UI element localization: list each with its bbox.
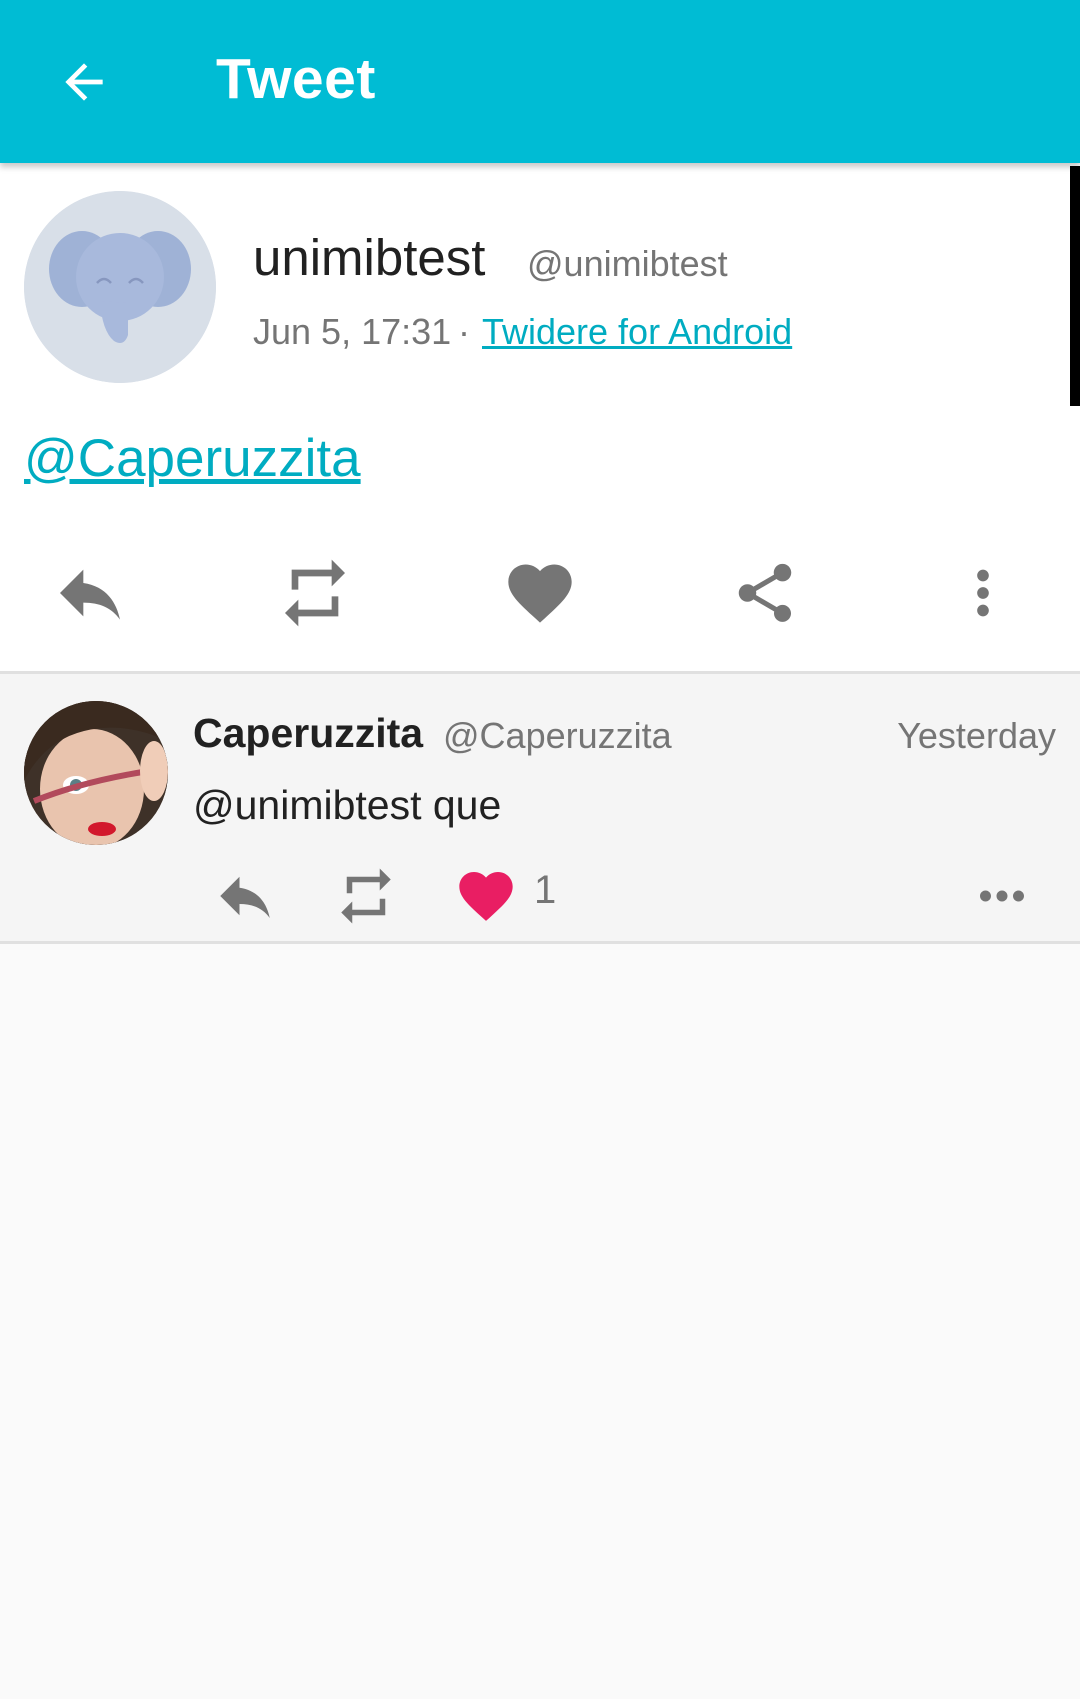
tweet-text-mention-link[interactable]: @Caperuzzita xyxy=(24,428,361,489)
list-item[interactable]: Caperuzzita @Caperuzzita Yesterday @unim… xyxy=(0,674,1080,944)
retweet-icon xyxy=(285,559,345,627)
like-button[interactable] xyxy=(446,856,526,936)
author-name[interactable]: unimibtest xyxy=(253,228,485,287)
meta-separator: · xyxy=(458,311,470,352)
share-icon xyxy=(738,563,792,622)
avatar[interactable] xyxy=(24,191,216,383)
retweet-icon xyxy=(341,868,391,924)
like-count: 1 xyxy=(534,868,557,912)
back-button[interactable] xyxy=(46,44,122,120)
like-icon xyxy=(508,564,572,623)
main-tweet: unimibtest @unimibtest Jun 5, 17:31 · Tw… xyxy=(0,163,1080,674)
reply-text: @unimibtest que xyxy=(193,782,502,828)
share-button[interactable] xyxy=(717,545,813,641)
retweet-button[interactable] xyxy=(267,545,363,641)
author-handle[interactable]: @unimibtest xyxy=(527,243,728,285)
app-bar: Tweet xyxy=(0,0,1080,163)
tweet-timestamp: Jun 5, 17:31 xyxy=(253,311,452,352)
tweet-source-link[interactable]: Twidere for Android xyxy=(482,311,792,353)
like-icon xyxy=(459,872,513,921)
user-photo-avatar-icon xyxy=(24,701,168,845)
reply-author-name[interactable]: Caperuzzita xyxy=(193,710,423,757)
elephant-default-avatar-icon xyxy=(24,191,216,383)
reply-icon xyxy=(220,876,270,918)
page-title: Tweet xyxy=(216,47,376,111)
reply-author-handle[interactable]: @Caperuzzita xyxy=(443,715,672,757)
reply-button[interactable] xyxy=(42,545,138,641)
more-horiz-icon xyxy=(980,890,1024,902)
more-options-button[interactable] xyxy=(935,545,1031,641)
retweet-button[interactable] xyxy=(326,856,406,936)
reply-icon xyxy=(60,569,120,620)
reply-timestamp: Yesterday xyxy=(897,715,1056,756)
more-vert-icon xyxy=(977,569,989,617)
more-options-button[interactable] xyxy=(962,856,1042,936)
avatar[interactable] xyxy=(24,701,168,845)
like-button[interactable] xyxy=(492,545,588,641)
scrollbar-thumb[interactable] xyxy=(1070,166,1080,406)
arrow-back-icon xyxy=(65,63,103,101)
reply-button[interactable] xyxy=(205,856,285,936)
